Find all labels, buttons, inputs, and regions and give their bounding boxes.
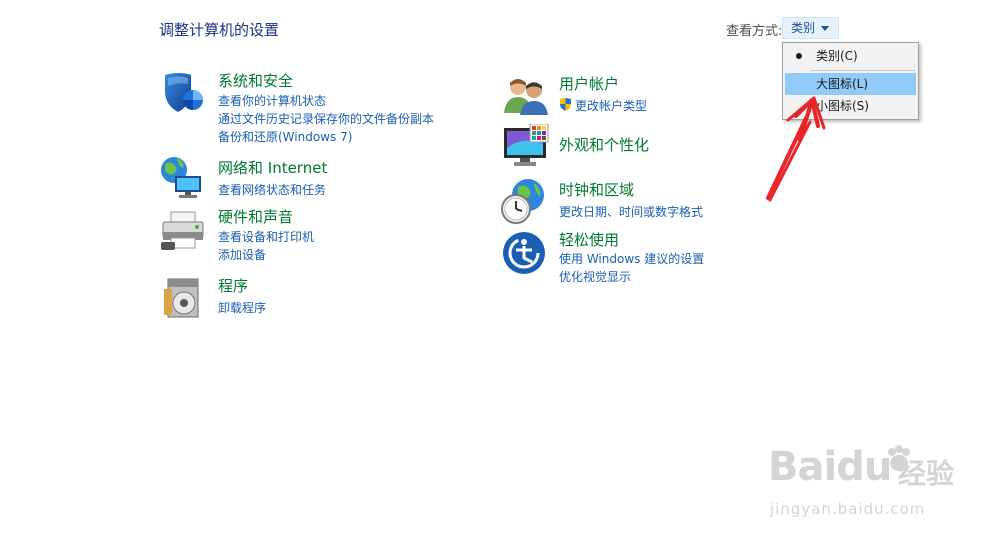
radio-dot-icon bbox=[796, 53, 802, 59]
category-network-internet[interactable]: 网络和 Internet bbox=[218, 157, 327, 178]
category-user-accounts[interactable]: 用户帐户 bbox=[559, 73, 619, 94]
view-by-dropdown[interactable]: 类别 bbox=[782, 17, 839, 39]
link-devices-printers[interactable]: 查看设备和打印机 bbox=[218, 228, 314, 245]
category-clock-region[interactable]: 时钟和区域 bbox=[559, 179, 634, 200]
clock-globe-icon[interactable] bbox=[500, 177, 548, 229]
link-optimize-visual-display[interactable]: 优化视觉显示 bbox=[559, 268, 631, 285]
link-backup-restore[interactable]: 备份和还原(Windows 7) bbox=[218, 128, 352, 145]
printer-icon[interactable] bbox=[159, 208, 207, 258]
menu-item-label: 类别(C) bbox=[816, 49, 858, 63]
view-by-menu: 类别(C) 大图标(L) 小图标(S) bbox=[782, 42, 919, 120]
watermark-url: jingyan.baidu.com bbox=[770, 500, 926, 518]
watermark-brand: Baidu bbox=[768, 444, 892, 490]
category-system-security[interactable]: 系统和安全 bbox=[218, 70, 293, 91]
menu-item-small-icons[interactable]: 小图标(S) bbox=[785, 95, 916, 117]
baidu-watermark: Baidu 经验 jingyan.baidu.com bbox=[768, 440, 968, 530]
watermark-brand-cn: 经验 bbox=[898, 457, 955, 490]
link-change-date-time-format[interactable]: 更改日期、时间或数字格式 bbox=[559, 203, 703, 220]
page-title: 调整计算机的设置 bbox=[159, 21, 280, 39]
view-by-label: 查看方式: bbox=[726, 24, 783, 39]
link-view-computer-status[interactable]: 查看你的计算机状态 bbox=[218, 92, 326, 109]
menu-item-label: 小图标(S) bbox=[816, 99, 869, 113]
programs-disc-icon[interactable] bbox=[162, 275, 206, 325]
menu-item-category[interactable]: 类别(C) bbox=[785, 45, 916, 67]
view-by-value: 类别 bbox=[791, 21, 816, 35]
menu-item-large-icons[interactable]: 大图标(L) bbox=[785, 73, 916, 95]
category-hardware-sound[interactable]: 硬件和声音 bbox=[218, 206, 293, 227]
users-icon[interactable] bbox=[502, 75, 550, 119]
shield-icon[interactable] bbox=[159, 69, 205, 119]
category-programs[interactable]: 程序 bbox=[218, 275, 248, 296]
link-uninstall-program[interactable]: 卸载程序 bbox=[218, 299, 266, 316]
link-change-account-type[interactable]: 更改帐户类型 bbox=[575, 97, 647, 114]
category-appearance-personalization[interactable]: 外观和个性化 bbox=[559, 134, 649, 155]
menu-separator bbox=[811, 70, 915, 71]
menu-item-label: 大图标(L) bbox=[816, 77, 869, 91]
link-network-status[interactable]: 查看网络状态和任务 bbox=[218, 181, 326, 198]
network-globe-icon[interactable] bbox=[159, 154, 207, 204]
chevron-down-icon bbox=[821, 26, 829, 31]
link-windows-recommended-settings[interactable]: 使用 Windows 建议的设置 bbox=[559, 250, 704, 267]
uac-shield-icon bbox=[559, 96, 572, 115]
category-ease-of-access[interactable]: 轻松使用 bbox=[559, 229, 619, 250]
ease-of-access-icon[interactable] bbox=[502, 230, 548, 280]
link-add-device[interactable]: 添加设备 bbox=[218, 246, 266, 263]
link-file-history-backup[interactable]: 通过文件历史记录保存你的文件备份副本 bbox=[218, 110, 434, 127]
monitor-palette-icon[interactable] bbox=[502, 123, 550, 174]
